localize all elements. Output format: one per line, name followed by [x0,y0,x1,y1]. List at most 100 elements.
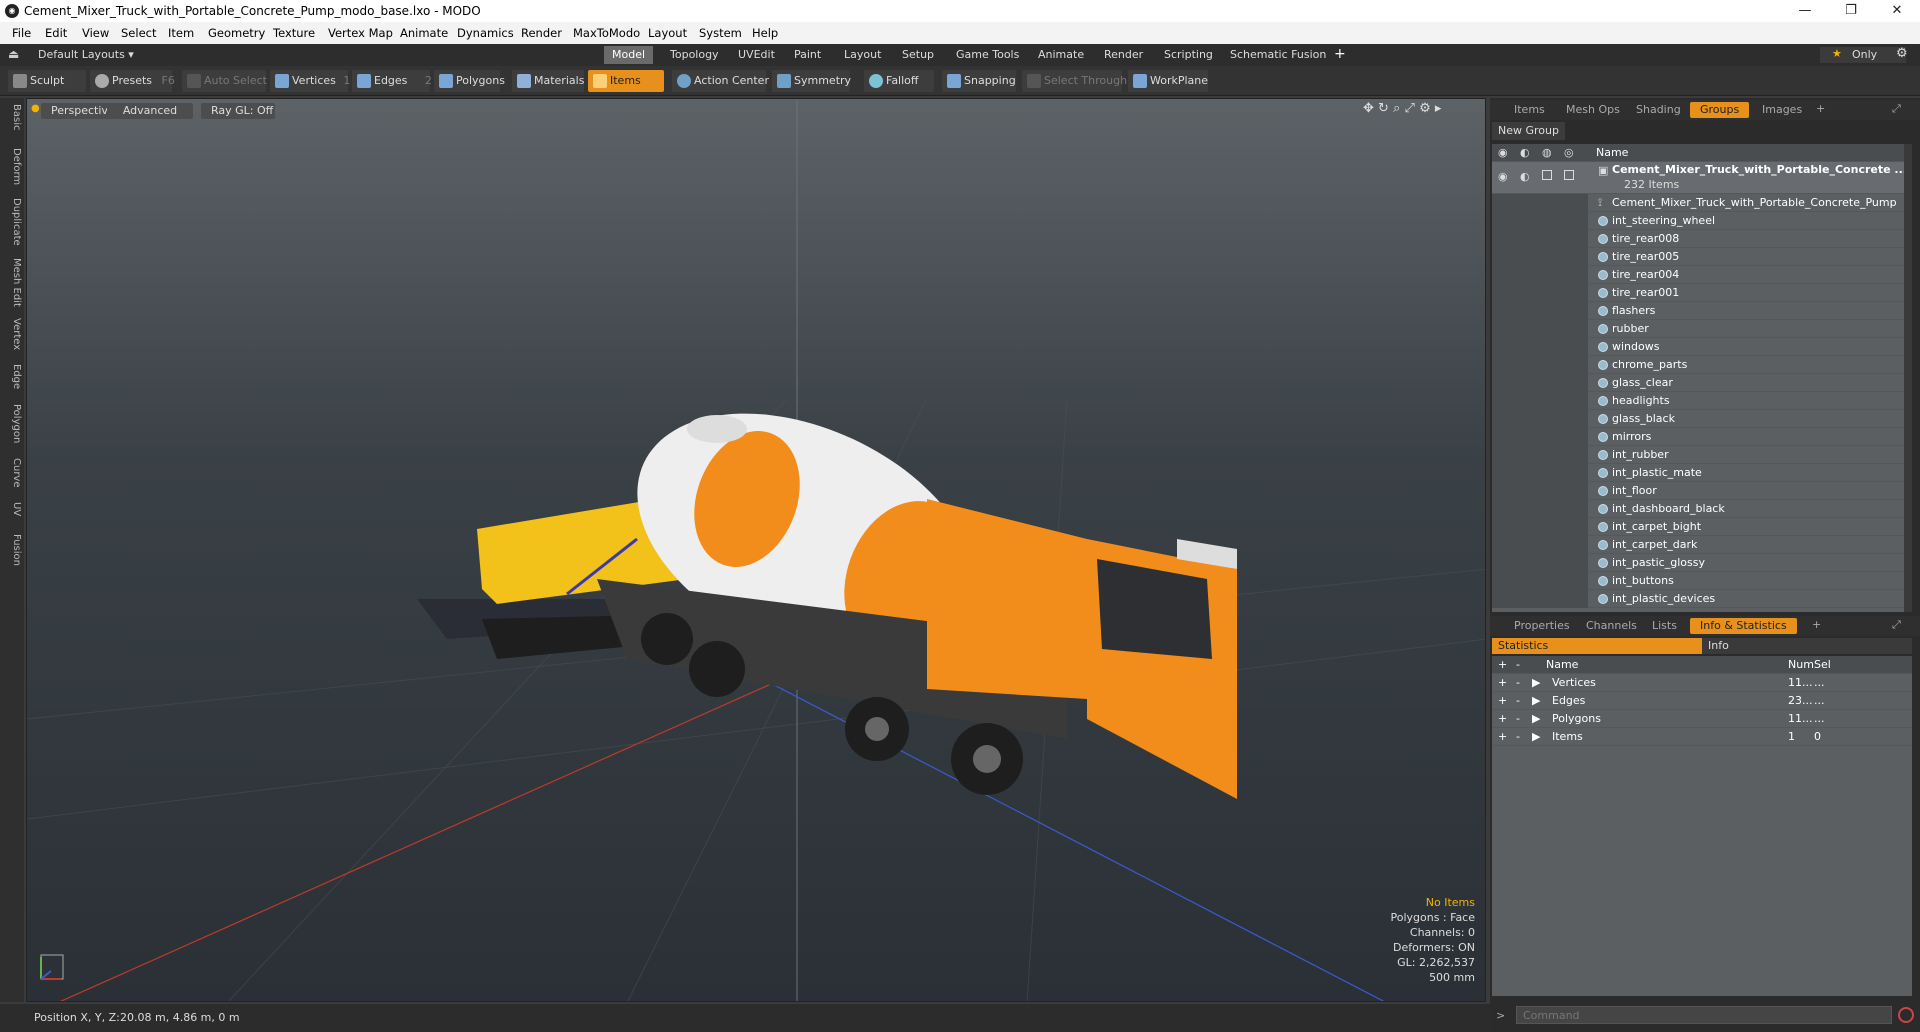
menu-select[interactable]: Select [121,26,156,40]
tab-channels[interactable]: Channels [1576,618,1647,634]
tab-render[interactable]: Render [1096,46,1151,64]
edges-button[interactable]: Edges 2 [352,70,432,92]
maximize-button[interactable]: ❐ [1828,0,1874,22]
viewport-settings-icon[interactable]: ⚙ [1419,101,1431,116]
panel-expand-icon[interactable]: ⤢ [1892,102,1901,116]
tab-edge[interactable]: Edge [2,364,22,389]
menu-geometry[interactable]: Geometry [208,26,265,40]
list-item[interactable]: int_floor [1492,482,1912,500]
tab-shading[interactable]: Shading [1626,102,1691,118]
menu-view[interactable]: View [82,26,109,40]
tab-basic[interactable]: Basic [2,104,22,130]
menu-texture[interactable]: Texture [273,26,315,40]
action-center-button[interactable]: Action Center [672,70,769,92]
add-icon[interactable]: + [1498,728,1507,746]
menu-maxtomodo[interactable]: MaxToModo [573,26,640,40]
items-button[interactable]: Items [588,70,664,92]
list-item[interactable]: ⟟ Cement_Mixer_Truck_with_Portable_Concre… [1492,194,1912,212]
only-toggle[interactable]: ★ Only [1820,47,1906,63]
shading-advanced-dropdown[interactable]: Advanced [107,103,193,119]
add-tab-icon[interactable]: + [1334,46,1346,62]
list-item[interactable]: int_buttons [1492,572,1912,590]
menu-system[interactable]: System [699,26,742,40]
list-item[interactable]: tire_rear004 [1492,266,1912,284]
materials-button[interactable]: Materials [512,70,584,92]
table-row[interactable]: + - ▶ Vertices 11... ... [1492,674,1912,692]
menu-render[interactable]: Render [521,26,562,40]
tab-curve[interactable]: Curve [2,458,22,488]
list-item[interactable]: int_pastic_glossy [1492,554,1912,572]
list-item[interactable]: windows [1492,338,1912,356]
list-item[interactable]: int_plastic_devices [1492,590,1912,608]
menu-edit[interactable]: Edit [45,26,67,40]
list-item[interactable]: glass_black [1492,410,1912,428]
statistics-subtab[interactable]: Statistics [1492,638,1702,654]
polygons-button[interactable]: Polygons [434,70,505,92]
list-item[interactable]: int_carpet_bight [1492,518,1912,536]
gear-icon[interactable]: ⚙ [1896,46,1908,61]
menu-item[interactable]: Item [168,26,194,40]
tab-setup[interactable]: Setup [894,46,942,64]
expand-arrow-icon[interactable]: ▶ [1532,710,1540,728]
list-item[interactable]: int_rubber [1492,446,1912,464]
menu-layout[interactable]: Layout [648,26,687,40]
menu-animate[interactable]: Animate [400,26,448,40]
table-row[interactable]: + - ▶ Edges 23... ... [1492,692,1912,710]
tab-topology[interactable]: Topology [662,46,727,64]
add-icon[interactable]: + [1498,692,1507,710]
group-render-icon[interactable]: ◐ [1520,170,1530,183]
tab-mesh-edit[interactable]: Mesh Edit [2,258,22,307]
tab-animate[interactable]: Animate [1030,46,1092,64]
expand-arrow-icon[interactable]: ▶ [1532,674,1540,692]
menu-dynamics[interactable]: Dynamics [457,26,514,40]
fit-view-icon[interactable]: ⤢ [1405,101,1415,116]
group-select-checkbox[interactable] [1564,170,1574,180]
tab-groups[interactable]: Groups [1690,102,1750,118]
snapping-button[interactable]: Snapping [942,70,1016,92]
tab-paint[interactable]: Paint [786,46,829,64]
tab-game-tools[interactable]: Game Tools [948,46,1027,64]
add-info-tab-icon[interactable]: + [1812,618,1821,631]
list-item[interactable]: tire_rear001 [1492,284,1912,302]
layout-menu-icon[interactable]: ⏏ [8,47,19,61]
info-panel-expand-icon[interactable]: ⤢ [1892,618,1901,632]
list-item[interactable]: flashers [1492,302,1912,320]
expand-all-icon[interactable]: + [1498,656,1507,674]
table-row[interactable]: + - ▶ Items 1 0 [1492,728,1912,746]
remove-icon[interactable]: - [1516,692,1520,710]
group-lock-checkbox[interactable] [1542,170,1552,180]
tab-properties[interactable]: Properties [1504,618,1580,634]
raygl-toggle[interactable]: Ray GL: Off [201,103,275,119]
record-macro-icon[interactable] [1898,1007,1914,1023]
expand-arrow-icon[interactable]: ▶ [1532,692,1540,710]
list-item[interactable]: tire_rear008 [1492,230,1912,248]
tab-items[interactable]: Items [1504,102,1555,118]
tab-model[interactable]: Model [604,46,654,64]
tab-info-statistics[interactable]: Info & Statistics [1690,618,1797,634]
menu-vertex-map[interactable]: Vertex Map [328,26,393,40]
list-item[interactable]: int_dashboard_black [1492,500,1912,518]
tab-schematic-fusion[interactable]: Schematic Fusion [1222,46,1334,64]
tab-scripting[interactable]: Scripting [1156,46,1221,64]
falloff-button[interactable]: Falloff [864,70,934,92]
auto-select-button[interactable]: Auto Select [182,70,267,92]
tab-images[interactable]: Images [1752,102,1812,118]
table-row[interactable]: + - ▶ Polygons 11... ... [1492,710,1912,728]
tab-mesh-ops[interactable]: Mesh Ops [1556,102,1630,118]
select-through-button[interactable]: Select Through [1022,70,1127,92]
info-subtab[interactable]: Info [1702,638,1912,654]
tab-vertex[interactable]: Vertex [2,318,22,350]
add-icon[interactable]: + [1498,710,1507,728]
list-item[interactable]: int_plastic_mate [1492,464,1912,482]
add-panel-tab-icon[interactable]: + [1816,102,1825,115]
tab-polygon[interactable]: Polygon [2,404,22,443]
list-item[interactable]: glass_clear [1492,374,1912,392]
tab-layout[interactable]: Layout [836,46,889,64]
menu-file[interactable]: File [12,26,31,40]
zoom-view-icon[interactable]: ⌕ [1393,101,1400,116]
viewport-menu-icon[interactable]: ● [31,103,40,114]
symmetry-button[interactable]: Symmetry [772,70,851,92]
rotate-view-icon[interactable]: ↻ [1378,101,1389,116]
presets-button[interactable]: Presets F6 [90,70,175,92]
command-input[interactable] [1516,1006,1892,1024]
